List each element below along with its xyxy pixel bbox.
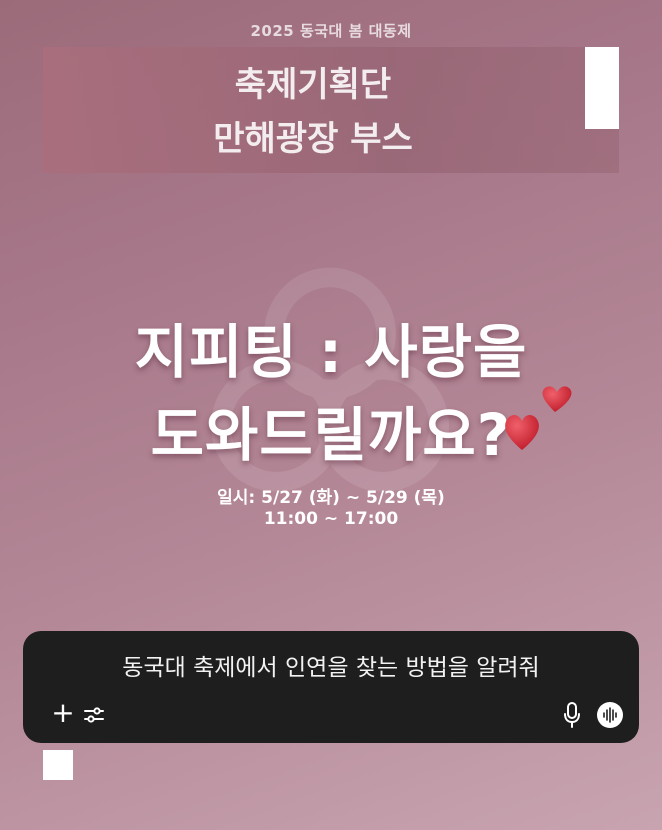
event-caption: 2025 동국대 봄 대동제 — [250, 22, 412, 40]
banner-subtitle: 만해광장 부스 — [213, 119, 413, 159]
tune-icon[interactable] — [83, 705, 105, 725]
chat-prompt-text[interactable]: 동국대 축제에서 인연을 찾는 방법을 알려줘 — [23, 648, 639, 682]
voice-mode-icon[interactable] — [597, 702, 623, 728]
plus-icon[interactable]: + — [51, 699, 75, 727]
microphone-icon[interactable] — [563, 701, 581, 729]
decorative-white-square — [43, 750, 73, 780]
chat-input-box[interactable]: 동국대 축제에서 인연을 찾는 방법을 알려줘 + — [23, 631, 639, 743]
hearts-icon — [505, 386, 572, 450]
banner-title: 축제기획단 — [234, 65, 392, 105]
headline-line-1: 지피팅 : 사랑을 — [134, 318, 528, 386]
decorative-white-block — [585, 47, 619, 129]
event-hours: 11:00 ~ 17:00 — [263, 509, 399, 529]
event-dates: 일시: 5/27 (화) ~ 5/29 (목) — [217, 488, 445, 508]
booth-banner: 축제기획단 만해광장 부스 — [43, 47, 619, 173]
